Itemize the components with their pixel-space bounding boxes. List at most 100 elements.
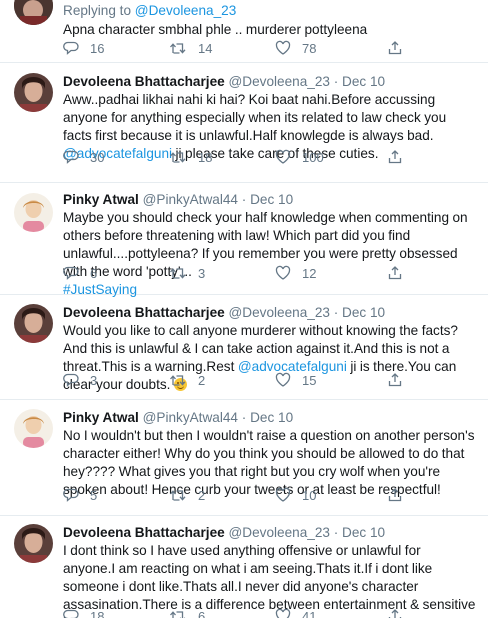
- display-name[interactable]: Pinky Atwal: [63, 192, 139, 207]
- reply-button[interactable]: 30: [63, 149, 104, 165]
- reply-button[interactable]: 16: [63, 40, 104, 56]
- share-button[interactable]: [387, 40, 403, 56]
- tweet-actions: 30 18 100: [63, 149, 443, 167]
- reply-icon: [63, 609, 79, 618]
- retweet-button[interactable]: 2: [169, 487, 205, 503]
- reply-button[interactable]: 3: [63, 372, 97, 388]
- avatar[interactable]: [14, 304, 53, 343]
- like-count: 12: [302, 265, 317, 281]
- tweet-date[interactable]: Dec 10: [250, 410, 293, 425]
- tweet-date[interactable]: Dec 10: [342, 74, 385, 89]
- reply-icon: [63, 373, 79, 387]
- separator-dot: ·: [333, 305, 339, 320]
- heart-icon: [275, 487, 291, 502]
- share-icon: [388, 488, 402, 502]
- tweet-text: Apna character smbhal phle .. murderer p…: [63, 22, 368, 37]
- tweet: Devoleena Bhattacharjee @Devoleena_23 · …: [0, 63, 488, 183]
- retweet-button[interactable]: 14: [169, 40, 212, 56]
- retweet-button[interactable]: 2: [169, 372, 205, 388]
- retweet-count: 6: [198, 608, 206, 618]
- heart-icon: [275, 149, 291, 164]
- reply-count: 3: [90, 372, 98, 388]
- like-count: 100: [302, 149, 324, 165]
- avatar[interactable]: [14, 0, 53, 25]
- replying-handle-link[interactable]: @Devoleena_23: [135, 3, 236, 18]
- share-icon: [388, 373, 402, 387]
- retweet-icon: [170, 43, 186, 54]
- retweet-button[interactable]: 18: [169, 149, 212, 165]
- like-button[interactable]: 41: [275, 608, 316, 618]
- tweet-actions: 3 2 15: [63, 372, 443, 390]
- reply-count: 18: [90, 608, 105, 618]
- tweet-header: Devoleena Bhattacharjee @Devoleena_23 · …: [63, 73, 476, 90]
- avatar[interactable]: [14, 73, 53, 112]
- reply-count: 6: [90, 265, 98, 281]
- user-handle[interactable]: @Devoleena_23: [228, 74, 329, 89]
- share-button[interactable]: [387, 265, 403, 281]
- like-button[interactable]: 100: [275, 149, 324, 165]
- retweet-count: 3: [198, 265, 206, 281]
- like-button[interactable]: 15: [275, 372, 316, 388]
- share-icon: [388, 266, 402, 280]
- share-icon: [388, 609, 402, 618]
- share-button[interactable]: [387, 487, 403, 503]
- retweet-count: 18: [198, 149, 213, 165]
- tweet-feed: Replying to @Devoleena_23 Apna character…: [0, 0, 488, 618]
- reply-button[interactable]: 5: [63, 487, 97, 503]
- retweet-button[interactable]: 6: [169, 608, 205, 618]
- like-count: 10: [302, 487, 317, 503]
- user-handle[interactable]: @Devoleena_23: [228, 305, 329, 320]
- retweet-icon: [170, 268, 186, 279]
- heart-icon: [275, 372, 291, 387]
- user-handle[interactable]: @Devoleena_23: [228, 525, 329, 540]
- tweet: Devoleena Bhattacharjee @Devoleena_23 · …: [0, 295, 488, 400]
- reply-button[interactable]: 6: [63, 265, 97, 281]
- display-name[interactable]: Pinky Atwal: [63, 410, 139, 425]
- reply-icon: [63, 150, 79, 164]
- heart-icon: [275, 265, 291, 280]
- display-name[interactable]: Devoleena Bhattacharjee: [63, 305, 225, 320]
- separator-dot: ·: [241, 410, 247, 425]
- avatar[interactable]: [14, 193, 53, 232]
- share-button[interactable]: [387, 149, 403, 165]
- display-name[interactable]: Devoleena Bhattacharjee: [63, 525, 225, 540]
- separator-dot: ·: [333, 74, 339, 89]
- replying-to: Replying to @Devoleena_23: [63, 3, 237, 18]
- tweet: Devoleena Bhattacharjee @Devoleena_23 · …: [0, 516, 488, 618]
- user-handle[interactable]: @PinkyAtwal44: [143, 410, 238, 425]
- tweet-header: Devoleena Bhattacharjee @Devoleena_23 · …: [63, 304, 476, 321]
- display-name[interactable]: Devoleena Bhattacharjee: [63, 74, 225, 89]
- like-button[interactable]: 78: [275, 40, 316, 56]
- tweet-header: Pinky Atwal @PinkyAtwal44 · Dec 10: [63, 409, 476, 426]
- avatar[interactable]: [14, 524, 53, 563]
- heart-icon: [275, 608, 291, 618]
- reply-icon: [63, 266, 79, 280]
- share-icon: [388, 41, 402, 55]
- share-button[interactable]: [387, 608, 403, 618]
- tweet-date[interactable]: Dec 10: [250, 192, 293, 207]
- heart-icon: [275, 40, 291, 55]
- like-button[interactable]: 10: [275, 487, 316, 503]
- like-count: 41: [302, 608, 317, 618]
- tweet-header: Pinky Atwal @PinkyAtwal44 · Dec 10: [63, 191, 476, 208]
- reply-button[interactable]: 18: [63, 608, 104, 618]
- reply-count: 30: [90, 149, 105, 165]
- tweet-actions: 6 3 12: [63, 265, 443, 283]
- like-button[interactable]: 12: [275, 265, 316, 281]
- avatar[interactable]: [14, 409, 53, 448]
- retweet-count: 2: [198, 487, 206, 503]
- like-count: 15: [302, 372, 317, 388]
- user-handle[interactable]: @PinkyAtwal44: [143, 192, 238, 207]
- retweet-count: 2: [198, 372, 206, 388]
- reply-count: 16: [90, 40, 105, 56]
- retweet-button[interactable]: 3: [169, 265, 205, 281]
- tweet-text: I dont think so I have used anything off…: [63, 543, 476, 618]
- retweet-icon: [170, 152, 186, 163]
- tweet: Pinky Atwal @PinkyAtwal44 · Dec 10 Maybe…: [0, 183, 488, 297]
- tweet-actions: 5 2 10: [63, 487, 443, 505]
- tweet-date[interactable]: Dec 10: [342, 525, 385, 540]
- tweet-actions: 16 14 78: [63, 40, 443, 58]
- tweet-text: Maybe you should check your half knowled…: [63, 210, 468, 297]
- share-button[interactable]: [387, 372, 403, 388]
- tweet-date[interactable]: Dec 10: [342, 305, 385, 320]
